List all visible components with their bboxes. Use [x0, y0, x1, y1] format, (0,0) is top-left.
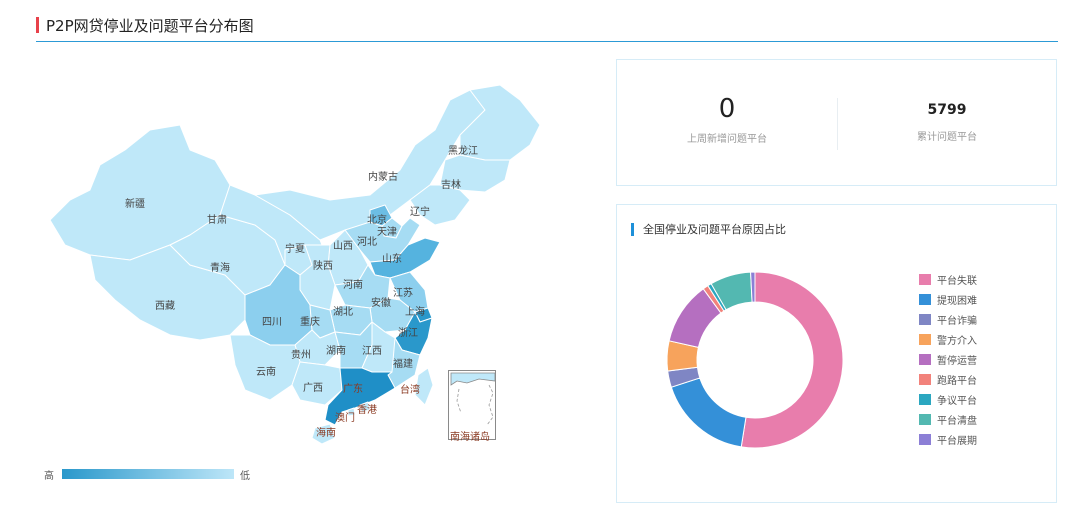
donut-slice-1[interactable] — [740, 271, 844, 449]
header-accent-bar — [36, 17, 39, 33]
legend-swatch — [919, 393, 931, 405]
label-guangxi: 广西 — [303, 383, 323, 394]
legend-swatch — [919, 273, 931, 285]
scale-high-label: 高 — [44, 471, 54, 482]
color-scale-legend: 高 低 — [40, 466, 270, 482]
legend-item-6[interactable]: 跑路平台 — [919, 369, 977, 389]
label-taiwan: 台湾 — [400, 385, 420, 396]
label-hongkong: 香港 — [357, 405, 377, 416]
scale-gradient-bar — [62, 469, 234, 479]
label-yunnan: 云南 — [256, 367, 276, 378]
label-shandong: 山东 — [382, 254, 402, 265]
label-guangdong: 广东 — [343, 384, 363, 395]
legend-item-9[interactable]: 平台展期 — [919, 429, 977, 449]
legend-swatch — [919, 353, 931, 365]
label-hunan: 湖南 — [326, 346, 346, 357]
legend-item-5[interactable]: 暂停运营 — [919, 349, 977, 369]
legend-label: 提现困难 — [937, 295, 977, 307]
legend-label: 跑路平台 — [937, 375, 977, 387]
scale-low-label: 低 — [240, 471, 250, 482]
map-svg[interactable] — [30, 50, 590, 470]
stat-total-label: 累计问题平台 — [917, 132, 977, 143]
legend-item-4[interactable]: 警方介入 — [919, 329, 977, 349]
stat-total-platforms: 5799 累计问题平台 — [837, 102, 1057, 143]
label-chongqing: 重庆 — [300, 317, 320, 328]
label-anhui: 安徽 — [371, 298, 391, 309]
label-xinjiang: 新疆 — [125, 199, 145, 210]
label-henan: 河南 — [343, 280, 363, 291]
stat-new-label: 上周新增问题平台 — [687, 134, 767, 145]
legend-item-7[interactable]: 争议平台 — [919, 389, 977, 409]
donut-slice-2[interactable] — [670, 377, 747, 448]
legend-swatch — [919, 413, 931, 425]
label-xizang: 西藏 — [155, 301, 175, 312]
legend-swatch — [919, 293, 931, 305]
label-guizhou: 贵州 — [291, 350, 311, 361]
label-tianjin: 天津 — [377, 227, 397, 238]
legend-item-2[interactable]: 提现困难 — [919, 289, 977, 309]
legend-label: 暂停运营 — [937, 355, 977, 367]
label-shanxi: 山西 — [333, 241, 353, 252]
inset-label: 南海诸岛 — [450, 432, 490, 443]
label-hainan: 海南 — [316, 428, 336, 439]
label-jiangsu: 江苏 — [393, 288, 413, 299]
legend-swatch — [919, 433, 931, 445]
label-zhejiang: 浙江 — [398, 328, 418, 339]
label-jiangxi: 江西 — [362, 346, 382, 357]
legend-label: 警方介入 — [937, 335, 977, 347]
legend-item-3[interactable]: 平台诈骗 — [919, 309, 977, 329]
label-sichuan: 四川 — [262, 317, 282, 328]
label-heilongjiang: 黑龙江 — [448, 146, 478, 157]
donut-chart[interactable] — [617, 205, 1058, 504]
label-fujian: 福建 — [393, 359, 413, 370]
stat-total-value: 5799 — [927, 102, 967, 118]
label-liaoning: 辽宁 — [410, 207, 430, 218]
legend-label: 平台清盘 — [937, 415, 977, 427]
legend-item-1[interactable]: 平台失联 — [919, 269, 977, 289]
label-neimenggu: 内蒙古 — [368, 172, 398, 183]
legend-swatch — [919, 333, 931, 345]
stat-new-value: 0 — [718, 94, 736, 124]
pie-legend: 平台失联提现困难平台诈骗警方介入暂停运营跑路平台争议平台平台清盘平台展期 — [919, 269, 977, 449]
legend-label: 平台展期 — [937, 435, 977, 447]
label-gansu: 甘肃 — [207, 215, 227, 226]
legend-label: 争议平台 — [937, 395, 977, 407]
legend-item-8[interactable]: 平台清盘 — [919, 409, 977, 429]
label-shanghai: 上海 — [405, 307, 425, 318]
label-jilin: 吉林 — [441, 180, 461, 191]
label-ningxia: 宁夏 — [285, 244, 305, 255]
label-shaanxi: 陕西 — [313, 261, 333, 272]
legend-swatch — [919, 313, 931, 325]
stats-card: 0 上周新增问题平台 5799 累计问题平台 — [616, 59, 1057, 186]
page-title: P2P网贷停业及问题平台分布图 — [46, 17, 254, 35]
label-hubei: 湖北 — [333, 307, 353, 318]
stat-new-platforms: 0 上周新增问题平台 — [617, 94, 837, 145]
legend-label: 平台诈骗 — [937, 315, 977, 327]
legend-label: 平台失联 — [937, 275, 977, 287]
legend-swatch — [919, 373, 931, 385]
china-map[interactable]: 新疆 西藏 青海 甘肃 内蒙古 黑龙江 吉林 辽宁 北京 天津 河北 山西 宁夏… — [30, 50, 590, 470]
pie-chart-card: 全国停业及问题平台原因占比 平台失联 提现困难 平台诈骗 警方介入 暂停运营 跑路平台 争议… — [616, 204, 1057, 503]
page-header: P2P网贷停业及问题平台分布图 — [36, 14, 1058, 42]
label-hebei: 河北 — [357, 237, 377, 248]
label-qinghai: 青海 — [210, 263, 230, 274]
label-macau: 澳门 — [335, 413, 355, 424]
